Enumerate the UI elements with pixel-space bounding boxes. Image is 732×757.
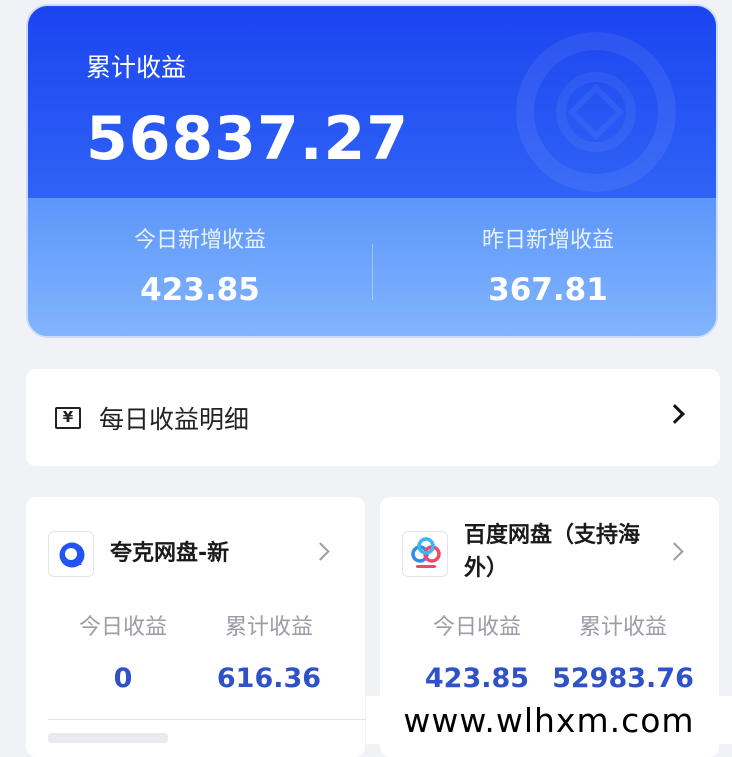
platform-today-value: 423.85 bbox=[424, 663, 530, 694]
yesterday-earnings-block: 昨日新增收益 367.81 bbox=[398, 222, 698, 308]
platform-total-label: 累计收益 bbox=[578, 615, 667, 640]
coin-icon bbox=[516, 32, 676, 192]
platform-total-block: 累计收益 52983.76 bbox=[548, 609, 698, 694]
platform-today-block: 今日收益 423.85 bbox=[402, 609, 552, 694]
yesterday-earnings-label: 昨日新增收益 bbox=[481, 228, 614, 253]
yesterday-earnings-value: 367.81 bbox=[488, 272, 608, 308]
chevron-right-icon bbox=[311, 542, 330, 561]
daily-earnings-detail-label: 每日收益明细 bbox=[99, 404, 250, 434]
today-earnings-label: 今日新增收益 bbox=[133, 228, 266, 253]
card-divider bbox=[48, 719, 366, 720]
platform-today-value: 0 bbox=[113, 663, 133, 694]
stat-divider bbox=[372, 244, 373, 300]
daily-earnings-detail-row[interactable]: ¥ 每日收益明细 bbox=[26, 369, 720, 466]
platform-today-block: 今日收益 0 bbox=[48, 609, 198, 694]
platform-name: 百度网盘（支持海外） bbox=[464, 523, 641, 581]
site-watermark: www.wlhxm.com bbox=[366, 696, 732, 744]
platform-total-label: 累计收益 bbox=[224, 615, 313, 640]
platform-card-quark[interactable]: 夸克网盘-新 今日收益 0 累计收益 616.36 bbox=[26, 497, 366, 757]
today-earnings-value: 423.85 bbox=[140, 272, 260, 308]
chevron-right-icon bbox=[665, 542, 684, 561]
total-earnings-label: 累计收益 bbox=[86, 53, 187, 82]
platform-total-value: 616.36 bbox=[216, 663, 322, 694]
platform-today-label: 今日收益 bbox=[432, 615, 521, 640]
platform-total-value: 52983.76 bbox=[552, 663, 694, 694]
platform-name: 夸克网盘-新 bbox=[110, 541, 230, 566]
total-earnings-value: 56837.27 bbox=[86, 104, 410, 174]
truncated-content bbox=[48, 733, 168, 743]
platform-total-block: 累计收益 616.36 bbox=[194, 609, 344, 694]
earnings-summary-card: 累计收益 56837.27 今日新增收益 423.85 昨日新增收益 367.8… bbox=[26, 4, 718, 338]
chevron-right-icon bbox=[665, 404, 685, 424]
quark-logo-icon bbox=[48, 531, 94, 577]
today-earnings-block: 今日新增收益 423.85 bbox=[50, 222, 350, 308]
platform-today-label: 今日收益 bbox=[78, 615, 167, 640]
yen-icon: ¥ bbox=[55, 406, 81, 429]
baidu-netdisk-logo-icon bbox=[402, 531, 448, 577]
